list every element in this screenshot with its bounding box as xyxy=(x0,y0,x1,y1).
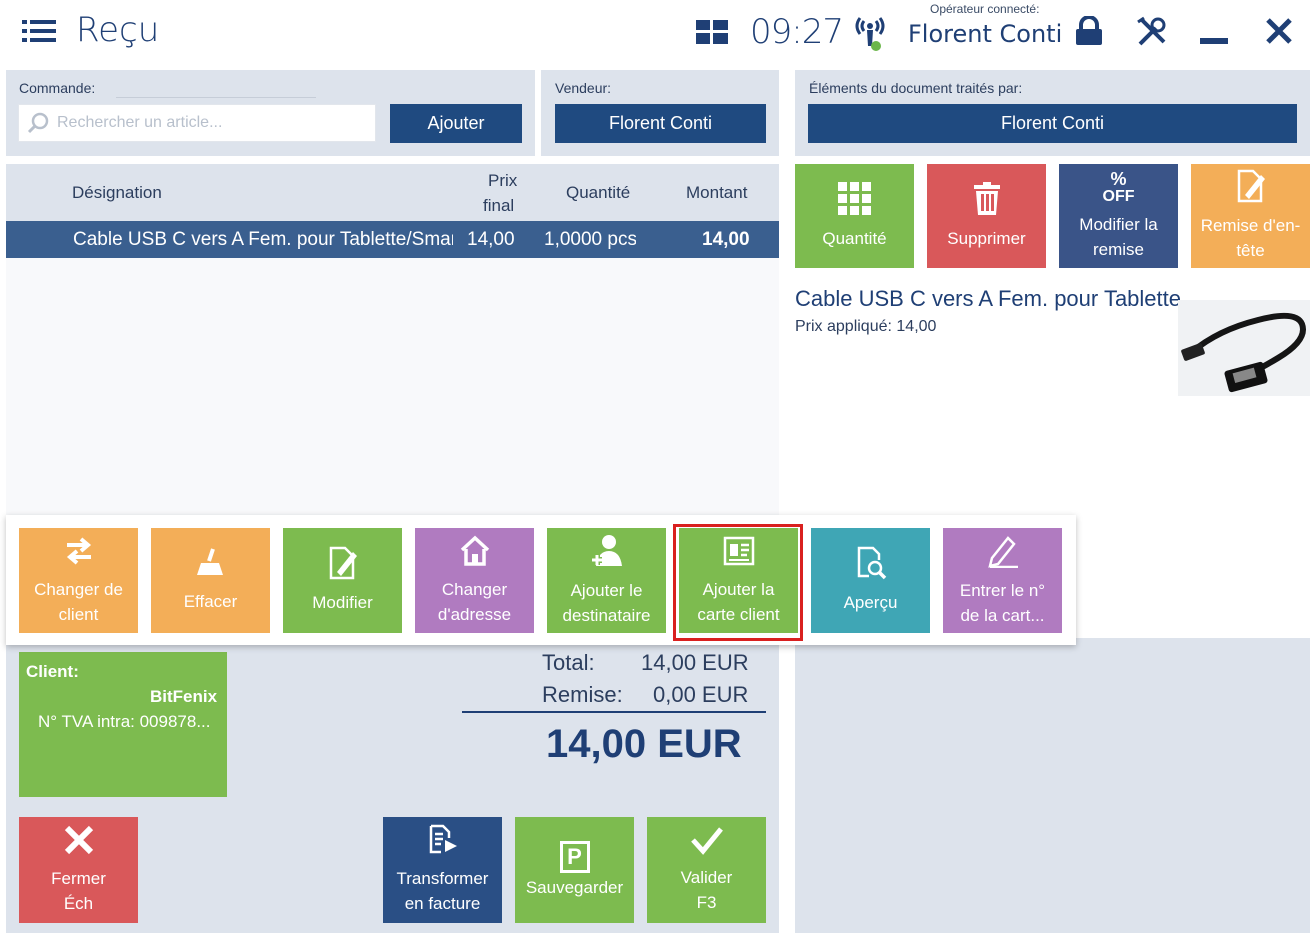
broom-icon xyxy=(195,547,227,587)
validate-line1: Valider xyxy=(680,868,733,887)
discount-value: 0,00 EUR xyxy=(653,682,749,707)
add-recipient-button[interactable]: Ajouter le destinataire xyxy=(547,528,666,633)
total-label: Total: xyxy=(542,650,595,675)
clear-button[interactable]: Effacer xyxy=(151,528,270,633)
grid-icon xyxy=(837,181,872,224)
edit-label: Modifier xyxy=(312,593,373,612)
minimize-icon[interactable] xyxy=(1200,38,1228,44)
close-icon[interactable] xyxy=(1264,16,1294,46)
validate-line2: F3 xyxy=(696,893,717,912)
edit-button[interactable]: Modifier xyxy=(283,528,402,633)
validate-button[interactable]: Valider F3 xyxy=(647,817,766,923)
operator-label: Opérateur connecté: xyxy=(930,2,1040,16)
parking-icon: P xyxy=(559,840,590,873)
totals-divider xyxy=(462,711,766,713)
search-placeholder: Rechercher un article... xyxy=(57,114,223,131)
preview-label: Aperçu xyxy=(843,593,898,612)
add-button[interactable]: Ajouter xyxy=(390,104,522,143)
table-body xyxy=(6,258,779,518)
seller-button[interactable]: Florent Conti xyxy=(555,104,766,143)
edit-discount-label: Modifier la remise xyxy=(1079,215,1158,259)
swap-icon xyxy=(63,535,95,575)
save-label: Sauvegarder xyxy=(525,877,624,897)
product-image xyxy=(1178,300,1310,396)
edit-discount-button[interactable]: % OFF Modifier la remise xyxy=(1059,164,1178,268)
page-title: Reçu xyxy=(76,10,160,50)
windows-icon[interactable] xyxy=(696,20,728,44)
header-discount-label: Remise d'en-tête xyxy=(1200,216,1301,260)
right-lower-panel xyxy=(795,638,1310,933)
preview-button[interactable]: Aperçu xyxy=(811,528,930,633)
search-input[interactable]: Rechercher un article... xyxy=(18,104,376,142)
convert-invoice-label: Transformer en facture xyxy=(396,869,489,913)
lock-icon[interactable] xyxy=(1074,15,1104,46)
trash-icon xyxy=(972,181,1002,224)
save-button[interactable]: P Sauvegarder xyxy=(515,817,634,923)
add-person-icon xyxy=(590,534,624,576)
clock: 09:27 xyxy=(750,12,844,52)
row-designation: Cable USB C vers A Fem. pour Tablette/Sm… xyxy=(73,229,453,250)
client-label: Client: xyxy=(26,662,79,681)
col-quantity: Quantité xyxy=(566,183,631,202)
header-discount-button[interactable]: Remise d'en-tête xyxy=(1191,164,1310,268)
client-name: BitFenix xyxy=(150,687,218,706)
clear-label: Effacer xyxy=(183,592,238,611)
preview-icon xyxy=(855,546,887,588)
enter-card-number-button[interactable]: Entrer le n° de la cart... xyxy=(943,528,1062,633)
col-price-line2: final xyxy=(483,196,515,215)
home-icon xyxy=(459,535,491,575)
discount-icon: % OFF xyxy=(1102,169,1135,205)
grand-total: 14,00 EUR xyxy=(546,722,742,766)
x-icon xyxy=(63,824,95,864)
change-address-label: Changer d'adresse xyxy=(437,579,512,624)
processed-by-button[interactable]: Florent Conti xyxy=(808,104,1297,143)
convert-invoice-button[interactable]: Transformer en facture xyxy=(383,817,502,923)
processed-label: Éléments du document traités par: xyxy=(809,80,1023,96)
add-recipient-label: Ajouter le destinataire xyxy=(562,580,651,625)
command-field-line xyxy=(116,97,316,98)
operator-name: Florent Conti xyxy=(908,20,1063,48)
col-price-line1: Prix xyxy=(488,171,518,190)
close-line1: Fermer xyxy=(51,869,106,888)
discount-label: Remise: xyxy=(542,682,623,707)
row-price: 14,00 xyxy=(467,229,515,250)
seller-label: Vendeur: xyxy=(555,80,612,96)
item-detail-name: Cable USB C vers A Fem. pour Tablette/Sm… xyxy=(795,286,1180,311)
col-designation: Désignation xyxy=(72,183,162,202)
client-vat: N° TVA intra: 009878... xyxy=(38,712,211,731)
edit-document-icon xyxy=(1235,169,1267,211)
edit-document-icon xyxy=(327,546,359,588)
row-amount: 14,00 xyxy=(702,229,750,250)
item-detail-price: Prix appliqué: 14,00 xyxy=(795,318,937,335)
check-icon xyxy=(690,825,724,863)
change-client-label: Changer de client xyxy=(34,579,123,624)
table-row[interactable]: Cable USB C vers A Fem. pour Tablette/Sm… xyxy=(6,221,779,258)
quantity-label: Quantité xyxy=(822,228,887,248)
row-quantity: 1,0000 pcs xyxy=(544,229,636,250)
tools-icon[interactable] xyxy=(1136,16,1168,48)
change-address-button[interactable]: Changer d'adresse xyxy=(415,528,534,633)
enter-card-number-label: Entrer le n° de la cart... xyxy=(959,580,1046,625)
close-exchange-button[interactable]: Fermer Éch xyxy=(19,817,138,923)
invoice-icon xyxy=(427,824,459,864)
menu-icon[interactable] xyxy=(22,18,56,44)
quantity-button[interactable]: Quantité xyxy=(795,164,914,268)
close-line2: Éch xyxy=(63,894,94,913)
search-icon xyxy=(27,112,49,134)
pencil-icon xyxy=(986,534,1020,576)
col-amount: Montant xyxy=(686,183,748,202)
total-value: 14,00 EUR xyxy=(641,650,749,675)
connection-icon[interactable] xyxy=(852,12,888,54)
delete-button[interactable]: Supprimer xyxy=(927,164,1046,268)
command-label: Commande: xyxy=(19,80,96,96)
change-client-button[interactable]: Changer de client xyxy=(19,528,138,633)
delete-label: Supprimer xyxy=(947,228,1026,248)
selection-highlight xyxy=(673,524,803,641)
